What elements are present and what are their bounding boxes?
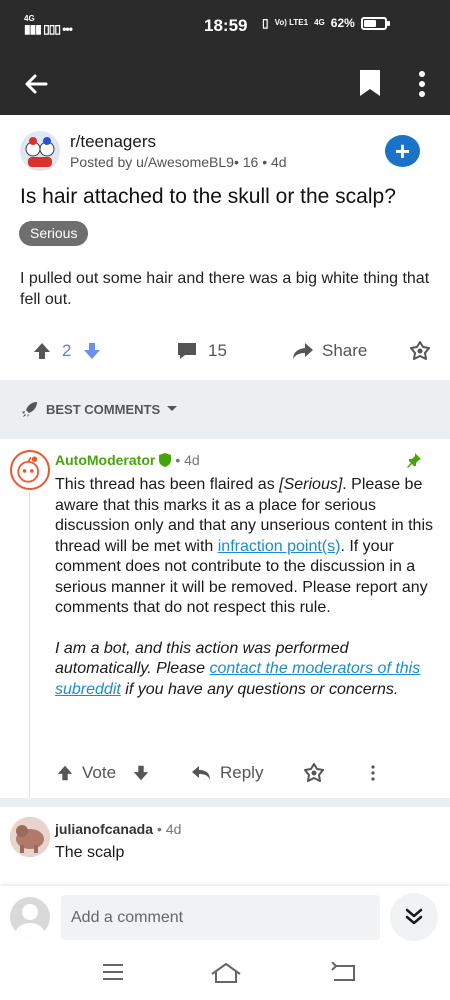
volte-indicator: Vo) LTE1 — [274, 18, 309, 27]
vibrate-icon: ▯ — [262, 16, 269, 30]
bot-disclaimer: I am a bot, and this action was performe… — [55, 639, 421, 698]
post-title: Is hair attached to the skull or the sca… — [20, 185, 396, 208]
julianofcanada-avatar[interactable] — [10, 817, 50, 857]
chevron-down-icon — [167, 406, 178, 411]
comment-header: julianofcanada • 4d — [55, 821, 181, 837]
share-button[interactable] — [291, 330, 315, 372]
subreddit-name[interactable]: r/teenagers — [70, 132, 156, 152]
reply-button[interactable]: Reply — [190, 755, 263, 791]
automoderator-avatar[interactable] — [10, 450, 50, 490]
comment-body: This thread has been flaired as [Serious… — [55, 475, 445, 720]
thread-line[interactable] — [29, 492, 30, 798]
bookmark-icon[interactable] — [358, 68, 382, 98]
battery-percent: 62% — [330, 16, 355, 30]
upvote-button[interactable] — [32, 330, 52, 372]
upvote-arrow-icon — [34, 343, 50, 359]
post-score: 2 — [62, 341, 72, 360]
comment-paragraph: This thread has been flaired as [Serious… — [55, 476, 434, 616]
infraction-link[interactable]: infraction point(s) — [218, 538, 341, 555]
pinned-icon — [407, 453, 421, 468]
comment-downvote-button[interactable] — [132, 755, 150, 791]
post-author[interactable]: Posted by u/AwesomeBL9 — [70, 154, 234, 170]
share-arrow-icon — [293, 343, 313, 359]
status-icons: ▯ Vo) LTE1 4G 62% — [262, 16, 390, 30]
upvote-arrow-icon — [57, 765, 73, 781]
comment-author[interactable]: AutoModerator — [55, 452, 155, 468]
more-options-icon — [371, 765, 375, 781]
comment-bubble-icon — [178, 343, 196, 359]
comment-author[interactable]: julianofcanada — [55, 821, 153, 837]
vote-label: Vote — [82, 763, 117, 782]
downvote-arrow-icon — [84, 343, 100, 359]
post-meta: Posted by u/AwesomeBL9• 16 • 4d — [70, 154, 287, 170]
system-navigation-bar — [0, 950, 450, 1000]
comment-body: The scalp — [55, 844, 125, 861]
comment-header: AutoModerator • 4d — [55, 452, 200, 468]
sort-selector[interactable]: BEST COMMENTS — [20, 399, 178, 419]
status-bar: 4G ▮▮▮ ▯▯▯ ••• 18:59 ▯ Vo) LTE1 4G 62% — [0, 0, 450, 52]
downvote-button[interactable] — [82, 330, 102, 372]
award-icon — [304, 763, 324, 782]
moderator-shield-icon — [159, 453, 172, 467]
comment-upvote-button[interactable]: Vote — [56, 755, 116, 791]
more-options-icon[interactable] — [410, 68, 434, 100]
join-subreddit-button[interactable]: + — [385, 135, 420, 167]
comment-count: 15 — [208, 341, 227, 360]
sort-label: BEST COMMENTS — [46, 401, 161, 417]
user-avatar[interactable] — [10, 897, 50, 937]
subreddit-avatar[interactable] — [20, 131, 60, 171]
clock: 18:59 — [204, 16, 248, 35]
home-icon[interactable] — [210, 962, 242, 984]
post-body: I pulled out some hair and there was a b… — [20, 270, 430, 308]
back-arrow-icon[interactable] — [20, 68, 52, 100]
comment-award-button[interactable] — [304, 755, 324, 791]
battery-icon — [360, 16, 390, 30]
reply-arrow-icon — [192, 766, 210, 780]
add-comment-input[interactable] — [61, 895, 380, 940]
network-right: 4G — [314, 18, 325, 27]
comment-age: • 4d — [175, 452, 200, 468]
signal-indicator: 4G ▮▮▮ ▯▯▯ ••• — [24, 14, 73, 36]
back-nav-icon[interactable] — [330, 962, 356, 982]
comments-button[interactable] — [176, 330, 198, 372]
plus-icon: + — [394, 136, 411, 166]
post-actions: 2 15 Share — [0, 330, 450, 372]
comment-divider — [0, 798, 450, 807]
next-comment-button[interactable] — [390, 893, 438, 941]
top-app-bar — [0, 52, 450, 115]
recent-apps-icon[interactable] — [102, 962, 124, 982]
share-label[interactable]: Share — [322, 330, 367, 372]
award-button[interactable] — [410, 330, 430, 372]
reply-label: Reply — [220, 763, 264, 782]
comment-age: • 4d — [157, 821, 182, 837]
rocket-icon — [22, 402, 37, 417]
downvote-arrow-icon — [133, 765, 149, 781]
comment-actions: Vote Reply — [0, 755, 450, 791]
signal-bars-icon: ▮▮▮ ▯▯▯ ••• — [24, 22, 73, 36]
comment-more-button[interactable] — [370, 755, 376, 791]
double-chevron-down-icon — [405, 908, 423, 925]
award-icon — [410, 341, 430, 360]
post-flair[interactable]: Serious — [19, 221, 89, 246]
post-meta-info: • 16 • 4d — [233, 154, 287, 170]
